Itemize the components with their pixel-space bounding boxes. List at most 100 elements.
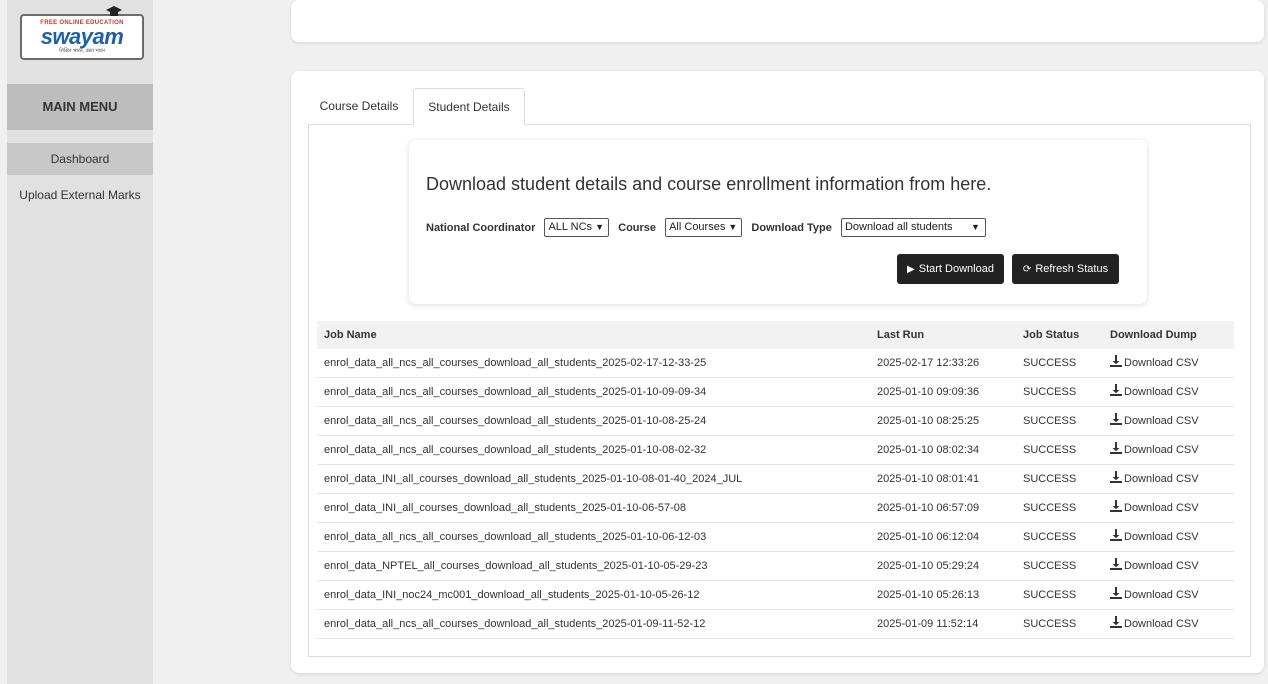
last-run-cell: 2025-01-10 09:09:36 [877,386,980,398]
header-job-name: Job Name [324,329,377,341]
start-download-button[interactable]: ▶ Start Download [897,254,1004,284]
download-icon [1110,442,1122,454]
table-row: enrol_data_all_ncs_all_courses_download_… [317,407,1234,436]
download-csv-label: Download CSV [1124,589,1199,601]
tab-course-details[interactable]: Course Details [308,88,410,125]
table-row: enrol_data_all_ncs_all_courses_download_… [317,523,1234,552]
last-run-cell: 2025-01-10 08:25:25 [877,415,980,427]
download-csv-label: Download CSV [1124,444,1199,456]
table-row: enrol_data_INI_noc24_mc001_download_all_… [317,581,1234,610]
download-icon [1110,558,1122,570]
download-icon [1110,529,1122,541]
table-row: enrol_data_NPTEL_all_courses_download_al… [317,552,1234,581]
download-icon [1110,384,1122,396]
download-csv-link[interactable]: Download CSV [1110,581,1199,609]
job-status-cell: SUCCESS [1023,386,1077,398]
job-name-cell: enrol_data_INI_all_courses_download_all_… [324,473,743,485]
download-csv-link[interactable]: Download CSV [1110,523,1199,551]
download-heading: Download student details and course enro… [426,174,992,194]
table-row: enrol_data_all_ncs_all_courses_download_… [317,610,1234,639]
last-run-cell: 2025-01-10 08:02:34 [877,444,980,456]
download-csv-link[interactable]: Download CSV [1110,465,1199,493]
course-select-value: All Courses [669,221,726,233]
job-name-cell: enrol_data_INI_all_courses_download_all_… [324,502,687,514]
main-card: Course Details Student Details Download … [291,71,1264,673]
download-csv-label: Download CSV [1124,473,1199,485]
download-csv-link[interactable]: Download CSV [1110,494,1199,522]
table-body: enrol_data_all_ncs_all_courses_download_… [317,349,1234,639]
chevron-down-icon: ▼ [595,222,605,232]
download-csv-link[interactable]: Download CSV [1110,349,1199,377]
download-csv-label: Download CSV [1124,502,1199,514]
download-csv-link[interactable]: Download CSV [1110,552,1199,580]
sidebar-item-upload-external-marks[interactable]: Upload External Marks [7,179,153,211]
last-run-cell: 2025-01-10 08:01:41 [877,473,980,485]
job-name-cell: enrol_data_all_ncs_all_courses_download_… [324,415,707,427]
job-status-cell: SUCCESS [1023,560,1077,572]
download-csv-label: Download CSV [1124,531,1199,543]
header-last-run: Last Run [877,329,925,341]
tab-student-details[interactable]: Student Details [413,88,525,125]
download-type-select-value: Download all students [844,221,953,233]
download-icon [1110,616,1122,628]
job-name-cell: enrol_data_all_ncs_all_courses_download_… [324,444,707,456]
job-status-cell: SUCCESS [1023,531,1077,543]
download-csv-link[interactable]: Download CSV [1110,378,1199,406]
nc-select-value: ALL NCs [548,221,593,233]
chevron-down-icon: ▼ [728,222,738,232]
swayam-logo[interactable]: FREE ONLINE EDUCATION swayam शिक्षित भार… [20,6,144,60]
last-run-cell: 2025-01-10 06:12:04 [877,531,980,543]
table-row: enrol_data_all_ncs_all_courses_download_… [317,378,1234,407]
job-name-cell: enrol_data_all_ncs_all_courses_download_… [324,386,707,398]
job-name-cell: enrol_data_all_ncs_all_courses_download_… [324,618,706,630]
jobs-table: Job Name Last Run Job Status Download Du… [317,321,1234,639]
download-csv-link[interactable]: Download CSV [1110,407,1199,435]
download-panel: Download student details and course enro… [409,140,1147,304]
top-card [291,0,1264,42]
student-details-panel: Download student details and course enro… [308,124,1251,657]
course-select[interactable]: All Courses ▼ [665,218,743,237]
table-row: enrol_data_all_ncs_all_courses_download_… [317,349,1234,378]
graduation-cap-icon [106,6,122,16]
job-name-cell: enrol_data_all_ncs_all_courses_download_… [324,531,707,543]
nc-select[interactable]: ALL NCs ▼ [544,218,610,237]
nc-label: National Coordinator [426,221,536,234]
download-csv-label: Download CSV [1124,618,1199,630]
job-name-cell: enrol_data_INI_noc24_mc001_download_all_… [324,589,700,601]
logo-tagline-bottom: शिक्षित भारत, उन्नत भारत [59,48,105,54]
download-csv-label: Download CSV [1124,560,1199,572]
chevron-down-icon: ▼ [970,222,980,232]
job-name-cell: enrol_data_all_ncs_all_courses_download_… [324,357,707,369]
table-row: enrol_data_INI_all_courses_download_all_… [317,465,1234,494]
download-csv-label: Download CSV [1124,357,1199,369]
last-run-cell: 2025-01-09 11:52:14 [877,618,979,630]
job-status-cell: SUCCESS [1023,357,1077,369]
job-status-cell: SUCCESS [1023,415,1077,427]
job-name-cell: enrol_data_NPTEL_all_courses_download_al… [324,560,708,572]
last-run-cell: 2025-01-10 06:57:09 [877,502,980,514]
download-type-select[interactable]: Download all students ▼ [840,218,986,237]
last-run-cell: 2025-01-10 05:26:13 [877,589,980,601]
download-csv-link[interactable]: Download CSV [1110,436,1199,464]
job-status-cell: SUCCESS [1023,444,1077,456]
download-type-label: Download Type [751,221,832,234]
download-icon [1110,471,1122,483]
filter-row: National Coordinator ALL NCs ▼ Course All… [426,218,992,240]
logo-wordmark: swayam [40,24,124,49]
header-download-dump: Download Dump [1110,329,1197,341]
refresh-status-button[interactable]: ⟳ Refresh Status [1012,254,1119,284]
job-status-cell: SUCCESS [1023,589,1077,601]
sidebar: FREE ONLINE EDUCATION swayam शिक्षित भार… [7,0,153,684]
refresh-status-label: Refresh Status [1035,263,1109,275]
job-status-cell: SUCCESS [1023,502,1077,514]
header-job-status: Job Status [1023,329,1080,341]
sidebar-item-dashboard[interactable]: Dashboard [7,143,153,175]
last-run-cell: 2025-02-17 12:33:26 [877,357,980,369]
job-status-cell: SUCCESS [1023,473,1077,485]
table-row: enrol_data_INI_all_courses_download_all_… [317,494,1234,523]
download-icon [1110,355,1122,367]
job-status-cell: SUCCESS [1023,618,1077,630]
download-csv-link[interactable]: Download CSV [1110,610,1199,638]
main-menu-heading: MAIN MENU [7,84,153,130]
table-row: enrol_data_all_ncs_all_courses_download_… [317,436,1234,465]
